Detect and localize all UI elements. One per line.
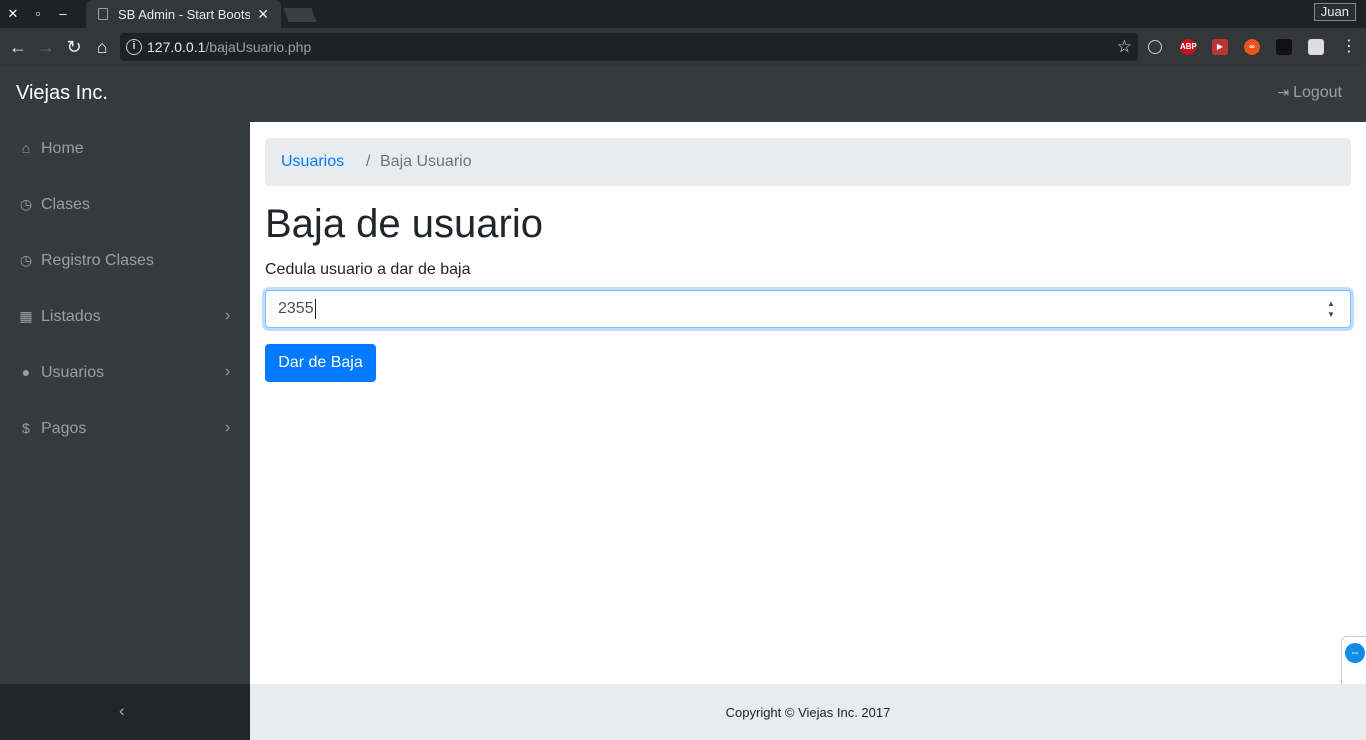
profile-button[interactable]: Juan <box>1313 3 1356 21</box>
bookmark-star-icon[interactable]: ☆ <box>1117 37 1132 57</box>
sidebar-item-label: Usuarios <box>41 364 105 381</box>
sidebar-item-label: Registro Clases <box>41 252 154 269</box>
breadcrumb: Usuarios / Baja Usuario <box>265 138 1351 186</box>
cedula-label: Cedula usuario a dar de baja <box>265 261 471 278</box>
brand-link[interactable]: Viejas Inc. <box>16 82 108 105</box>
sidebar-item-home[interactable]: ⌂ Home <box>0 122 250 178</box>
page-icon <box>98 8 108 20</box>
tab-close-icon[interactable]: ✕ <box>257 6 269 23</box>
sidebar-item-label: Clases <box>41 196 90 213</box>
window-minimize-icon[interactable]: – <box>55 6 71 22</box>
sidebar-item-label: Listados <box>41 308 101 325</box>
sidebar-item-usuarios[interactable]: ● Usuarios › <box>0 346 250 402</box>
sidebar-item-pagos[interactable]: $ Pagos › <box>0 402 250 458</box>
dar-de-baja-button[interactable]: Dar de Baja <box>265 344 376 382</box>
page-title: Baja de usuario <box>265 202 543 246</box>
sign-out-icon: ⇥ <box>1277 84 1290 100</box>
browser-tabstrip: ✕ ▫ – SB Admin - Start Bootstrap Admin T… <box>0 0 1366 28</box>
infinity-extension-icon[interactable]: ∞ <box>1244 39 1260 55</box>
spin-down-icon[interactable]: ▼ <box>1324 309 1338 320</box>
home-icon: ⌂ <box>21 140 31 156</box>
main-content: Usuarios / Baja Usuario Baja de usuario … <box>250 122 1366 684</box>
chevron-right-icon: › <box>225 419 231 436</box>
url-host: 127.0.0.1 <box>147 39 206 55</box>
sidebar-item-registro-clases[interactable]: ◷ Registro Clases <box>0 234 250 290</box>
reload-icon[interactable]: ↻ <box>63 36 85 58</box>
tab-title: SB Admin - Start Bootstrap Admin Templat… <box>118 7 250 22</box>
address-bar[interactable]: i 127.0.0.1/bajaUsuario.php ☆ <box>120 33 1138 61</box>
url-path: /bajaUsuario.php <box>205 39 312 55</box>
adblock-extension-icon[interactable]: ABP <box>1180 39 1197 55</box>
clock-icon: ◷ <box>19 252 33 268</box>
chevron-right-icon: › <box>225 363 231 380</box>
gnome-extension-icon[interactable] <box>1276 39 1292 55</box>
sidebar: ⌂ Home ◷ Clases ◷ Registro Clases ▦ List… <box>0 122 250 684</box>
logout-link[interactable]: ⇥ Logout <box>1277 84 1342 102</box>
clock-icon: ◷ <box>19 196 33 212</box>
lightbulb-extension-icon[interactable] <box>1148 40 1162 54</box>
number-spinner[interactable]: ▲ ▼ <box>1324 298 1338 320</box>
browser-toolbar: ← → ↻ ⌂ i 127.0.0.1/bajaUsuario.php ☆ AB… <box>0 28 1366 66</box>
user-icon: ● <box>21 364 31 380</box>
window-maximize-icon[interactable]: ▫ <box>30 6 46 22</box>
copyright-text: Copyright © Viejas Inc. 2017 <box>725 705 891 720</box>
teamviewer-icon: ⇔ <box>1345 643 1365 663</box>
breadcrumb-active: Baja Usuario <box>380 153 472 170</box>
new-tab-button[interactable] <box>283 8 317 22</box>
cedula-value: 2355 <box>278 300 314 317</box>
browser-menu-icon[interactable]: ⋮ <box>1338 36 1360 58</box>
table-icon: ▦ <box>19 308 33 324</box>
browser-tab[interactable]: SB Admin - Start Bootstrap Admin Templat… <box>86 0 281 28</box>
youtube-extension-icon[interactable]: ▶ <box>1212 39 1228 55</box>
breadcrumb-separator: / <box>366 153 371 170</box>
dollar-icon: $ <box>22 420 30 436</box>
sidebar-item-clases[interactable]: ◷ Clases <box>0 178 250 234</box>
breadcrumb-link-usuarios[interactable]: Usuarios <box>281 153 344 171</box>
forward-arrow-icon[interactable]: → <box>35 36 57 58</box>
sidebar-item-label: Home <box>41 140 84 157</box>
back-arrow-icon[interactable]: ← <box>7 36 29 58</box>
teamviewer-widget[interactable]: ⇔ <box>1341 636 1366 688</box>
footer: Copyright © Viejas Inc. 2017 <box>250 684 1366 740</box>
logout-label: Logout <box>1293 84 1342 101</box>
chevron-right-icon: › <box>225 307 231 324</box>
sidebar-item-listados[interactable]: ▦ Listados › <box>0 290 250 346</box>
cedula-input[interactable]: 2355 ▲ ▼ <box>265 290 1351 328</box>
text-caret <box>315 299 316 319</box>
home-icon[interactable]: ⌂ <box>91 36 113 58</box>
sidebar-toggler[interactable]: ‹ <box>0 684 250 740</box>
window-close-icon[interactable]: ✕ <box>5 6 21 22</box>
sidebar-item-label: Pagos <box>41 420 87 437</box>
chevron-left-icon: ‹ <box>119 701 125 720</box>
info-icon[interactable]: i <box>126 39 142 55</box>
url-text: 127.0.0.1/bajaUsuario.php <box>147 39 311 55</box>
spin-up-icon[interactable]: ▲ <box>1324 298 1338 309</box>
top-navbar: Viejas Inc. ⇥ Logout <box>0 66 1366 122</box>
cube-extension-icon[interactable] <box>1308 39 1324 55</box>
